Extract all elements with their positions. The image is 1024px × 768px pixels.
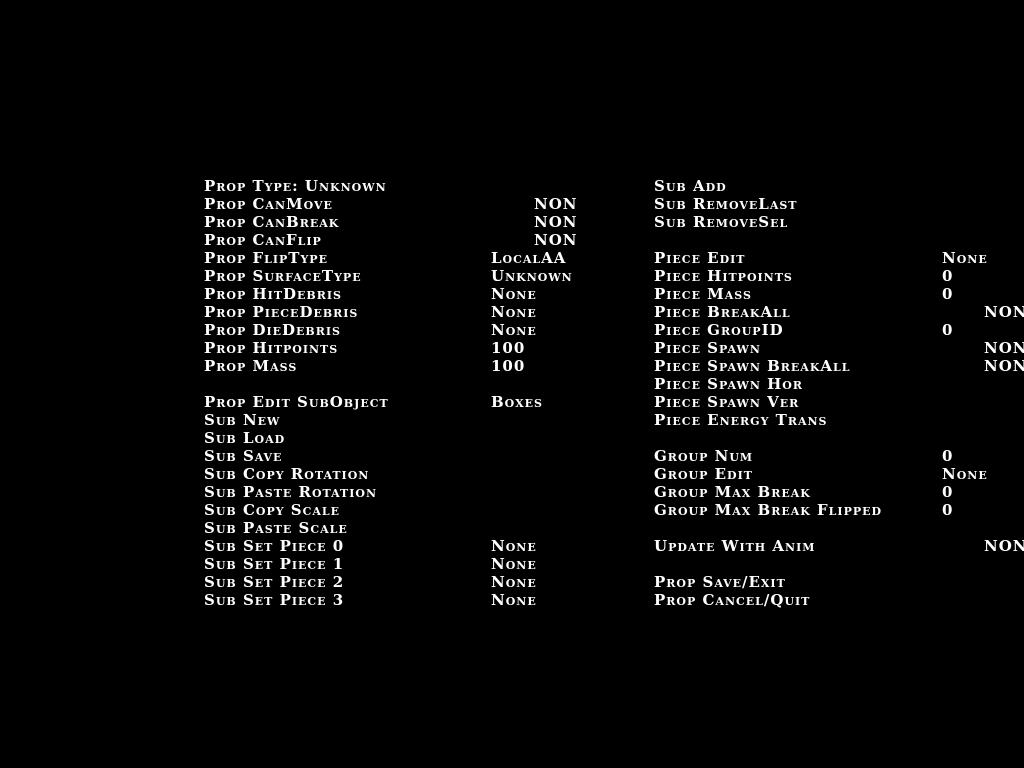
group-max-break-value: 0 xyxy=(942,483,954,501)
sub-save-item[interactable]: Sub Save xyxy=(204,447,282,465)
prop-canbreak-value: NON xyxy=(534,213,578,231)
piece-mass-item[interactable]: Piece Mass xyxy=(654,285,752,303)
sub-set-piece-0-item[interactable]: Sub Set Piece 0 xyxy=(204,537,344,555)
piece-spawn-ver-item[interactable]: Piece Spawn Ver xyxy=(654,393,799,411)
sub-set-piece-2-item[interactable]: Sub Set Piece 2 xyxy=(204,573,344,591)
sub-set-piece-0-value: None xyxy=(491,537,537,555)
prop-hitpoints-value: 100 xyxy=(491,339,526,357)
update-with-anim-value: NON xyxy=(984,537,1024,555)
update-with-anim-item[interactable]: Update With Anim xyxy=(654,537,815,555)
prop-save-exit-item[interactable]: Prop Save/Exit xyxy=(654,573,786,591)
prop-diedebris-item[interactable]: Prop DieDebris xyxy=(204,321,341,339)
sub-set-piece-3-value: None xyxy=(491,591,537,609)
prop-diedebris-value: None xyxy=(491,321,537,339)
prop-mass-item[interactable]: Prop Mass xyxy=(204,357,297,375)
prop-canmove-item[interactable]: Prop CanMove xyxy=(204,195,333,213)
prop-cancel-quit-item[interactable]: Prop Cancel/Quit xyxy=(654,591,810,609)
piece-spawn-breakall-value: NON xyxy=(984,357,1024,375)
piece-hitpoints-value: 0 xyxy=(942,267,954,285)
sub-copy-rotation-item[interactable]: Sub Copy Rotation xyxy=(204,465,369,483)
sub-removelast-item[interactable]: Sub RemoveLast xyxy=(654,195,798,213)
prop-canflip-value: NON xyxy=(534,231,578,249)
sub-paste-rotation-item[interactable]: Sub Paste Rotation xyxy=(204,483,377,501)
piece-groupid-value: 0 xyxy=(942,321,954,339)
prop-canmove-value: NON xyxy=(534,195,578,213)
group-num-value: 0 xyxy=(942,447,954,465)
group-max-break-item[interactable]: Group Max Break xyxy=(654,483,811,501)
group-max-break-flipped-value: 0 xyxy=(942,501,954,519)
piece-spawn-item[interactable]: Piece Spawn xyxy=(654,339,761,357)
sub-copy-scale-item[interactable]: Sub Copy Scale xyxy=(204,501,340,519)
prop-hitdebris-value: None xyxy=(491,285,537,303)
prop-fliptype-value: LocalAA xyxy=(491,249,567,267)
prop-piecedebris-item[interactable]: Prop PieceDebris xyxy=(204,303,358,321)
prop-fliptype-item[interactable]: Prop FlipType xyxy=(204,249,328,267)
prop-mass-value: 100 xyxy=(491,357,526,375)
prop-hitpoints-item[interactable]: Prop Hitpoints xyxy=(204,339,338,357)
piece-spawn-breakall-item[interactable]: Piece Spawn BreakAll xyxy=(654,357,851,375)
group-edit-value: None xyxy=(942,465,988,483)
prop-canbreak-item[interactable]: Prop CanBreak xyxy=(204,213,339,231)
group-max-break-flipped-item[interactable]: Group Max Break Flipped xyxy=(654,501,882,519)
sub-paste-scale-item[interactable]: Sub Paste Scale xyxy=(204,519,348,537)
piece-spawn-value: NON xyxy=(984,339,1024,357)
piece-mass-value: 0 xyxy=(942,285,954,303)
piece-breakall-item[interactable]: Piece BreakAll xyxy=(654,303,791,321)
group-num-item[interactable]: Group Num xyxy=(654,447,753,465)
piece-breakall-value: NON xyxy=(984,303,1024,321)
prop-piecedebris-value: None xyxy=(491,303,537,321)
piece-spawn-hor-item[interactable]: Piece Spawn Hor xyxy=(654,375,803,393)
sub-add-item[interactable]: Sub Add xyxy=(654,177,727,195)
prop-canflip-item[interactable]: Prop CanFlip xyxy=(204,231,322,249)
sub-set-piece-2-value: None xyxy=(491,573,537,591)
prop-hitdebris-item[interactable]: Prop HitDebris xyxy=(204,285,342,303)
prop-surfacetype-value: Unknown xyxy=(491,267,573,285)
prop-edit-subobject-value: Boxes xyxy=(491,393,543,411)
sub-set-piece-1-value: None xyxy=(491,555,537,573)
prop-surfacetype-item[interactable]: Prop SurfaceType xyxy=(204,267,362,285)
sub-new-item[interactable]: Sub New xyxy=(204,411,280,429)
piece-edit-item[interactable]: Piece Edit xyxy=(654,249,745,267)
prop-type-item[interactable]: Prop Type: Unknown xyxy=(204,177,387,195)
piece-energy-trans-item[interactable]: Piece Energy Trans xyxy=(654,411,828,429)
prop-edit-subobject-item[interactable]: Prop Edit SubObject xyxy=(204,393,389,411)
sub-set-piece-3-item[interactable]: Sub Set Piece 3 xyxy=(204,591,344,609)
piece-groupid-item[interactable]: Piece GroupID xyxy=(654,321,784,339)
sub-load-item[interactable]: Sub Load xyxy=(204,429,285,447)
sub-set-piece-1-item[interactable]: Sub Set Piece 1 xyxy=(204,555,344,573)
sub-removesel-item[interactable]: Sub RemoveSel xyxy=(654,213,788,231)
group-edit-item[interactable]: Group Edit xyxy=(654,465,753,483)
piece-hitpoints-item[interactable]: Piece Hitpoints xyxy=(654,267,793,285)
piece-edit-value: None xyxy=(942,249,988,267)
